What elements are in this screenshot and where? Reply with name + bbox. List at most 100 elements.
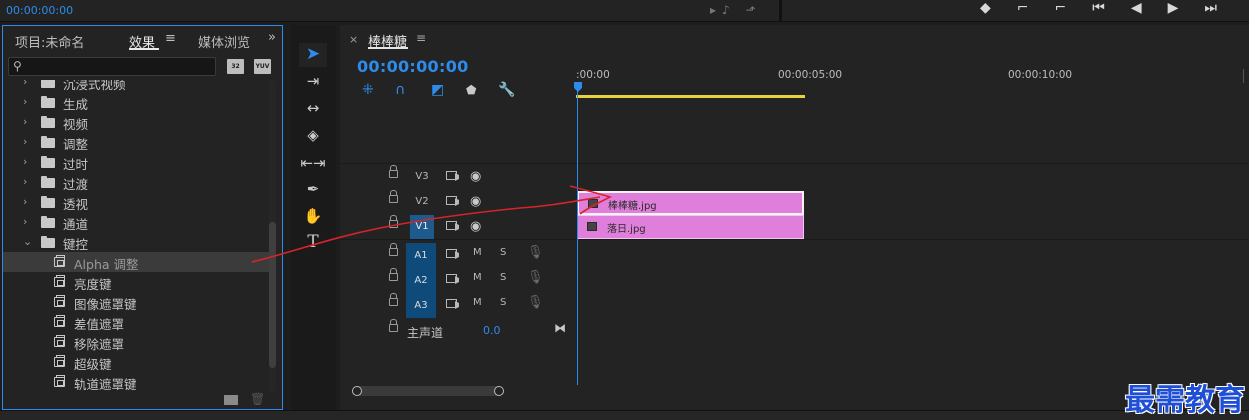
- track-header-v1[interactable]: V1 ◉: [340, 215, 576, 239]
- add-marker-icon[interactable]: ⬟: [466, 83, 476, 97]
- top-divider: [779, 0, 782, 22]
- tab-overflow-icon[interactable]: »: [268, 30, 276, 45]
- linked-selection-icon[interactable]: ◩: [431, 82, 444, 98]
- track-label[interactable]: A3: [406, 293, 436, 318]
- new-bin-icon[interactable]: [224, 395, 238, 405]
- clip-v2[interactable]: 棒棒糖.jpg: [577, 191, 804, 215]
- mute-button[interactable]: M: [473, 272, 482, 283]
- lock-icon[interactable]: [389, 243, 398, 256]
- effects-folder[interactable]: › 视频: [3, 112, 269, 132]
- effects-folder[interactable]: › 通道: [3, 212, 269, 232]
- top-export-icons[interactable]: ▸♪ ⬏: [710, 3, 762, 17]
- track-header-v2[interactable]: V2 ◉: [340, 190, 576, 214]
- sync-lock-icon[interactable]: [446, 171, 459, 181]
- tab-media-browser[interactable]: 媒体浏览: [198, 32, 250, 51]
- mic-icon[interactable]: 🎙: [527, 270, 544, 285]
- chevron-right-icon[interactable]: ›: [23, 135, 27, 148]
- tab-project[interactable]: 项目:未命名: [15, 32, 84, 51]
- bowtie-icon[interactable]: ⧓: [554, 321, 566, 335]
- sequence-menu-icon[interactable]: ≡: [416, 31, 426, 45]
- effects-folder[interactable]: › 沉浸式视频: [3, 80, 269, 92]
- slip-tool-icon[interactable]: ⇤⇥: [299, 152, 327, 176]
- effects-folder[interactable]: ⌄ 键控: [3, 232, 269, 252]
- playback-controls[interactable]: ◆⌐⌐⏮◀▶⏭: [980, 0, 1243, 16]
- yuv-effects-toggle[interactable]: YUV: [254, 59, 271, 74]
- solo-button[interactable]: S: [500, 272, 506, 283]
- sync-lock-icon[interactable]: [446, 221, 459, 231]
- lock-icon[interactable]: [389, 293, 398, 306]
- effect-item[interactable]: 移除遮罩: [3, 332, 269, 352]
- chevron-right-icon[interactable]: ›: [23, 95, 27, 108]
- chevron-down-icon[interactable]: ⌄: [23, 235, 32, 248]
- effect-item[interactable]: Alpha 调整: [3, 252, 269, 272]
- effect-item[interactable]: 亮度键: [3, 272, 269, 292]
- hand-tool-icon[interactable]: ✋: [299, 205, 327, 229]
- mic-icon[interactable]: 🎙: [527, 245, 544, 260]
- lock-icon[interactable]: [389, 165, 398, 178]
- effects-folder[interactable]: › 过渡: [3, 172, 269, 192]
- timeline-zoom-scrollbar[interactable]: [352, 386, 504, 396]
- clip-v1[interactable]: 落日.jpg: [577, 215, 804, 239]
- track-select-tool-icon[interactable]: ⇥: [299, 70, 327, 94]
- pen-tool-icon[interactable]: ✒: [299, 178, 327, 202]
- effect-item[interactable]: 差值遮罩: [3, 312, 269, 332]
- eye-icon[interactable]: ◉: [470, 194, 481, 209]
- effect-item[interactable]: 轨道遮罩键: [3, 372, 269, 390]
- sync-lock-icon[interactable]: [446, 249, 459, 259]
- effects-folder[interactable]: › 生成: [3, 92, 269, 112]
- sync-lock-icon[interactable]: [446, 299, 459, 309]
- accelerated-effects-toggle[interactable]: 32: [227, 59, 244, 74]
- lock-icon[interactable]: [389, 190, 398, 203]
- track-label[interactable]: A2: [406, 268, 436, 293]
- track-header-a2[interactable]: A2 M S 🎙: [340, 268, 576, 293]
- time-ruler[interactable]: :00:00 00:00:05:00 00:00:10:00: [576, 63, 1249, 99]
- mute-button[interactable]: M: [473, 297, 482, 308]
- chevron-right-icon[interactable]: ›: [23, 175, 27, 188]
- nest-icon[interactable]: ⁜: [362, 82, 374, 98]
- solo-button[interactable]: S: [500, 297, 506, 308]
- playhead-timecode[interactable]: 00:00:00:00: [357, 57, 469, 76]
- track-header-v3[interactable]: V3 ◉: [340, 165, 576, 189]
- lock-icon[interactable]: [389, 319, 398, 332]
- track-label[interactable]: A1: [406, 243, 436, 268]
- trash-icon[interactable]: 🗑: [250, 392, 265, 406]
- track-header-a3[interactable]: A3 M S 🎙: [340, 293, 576, 318]
- sync-lock-icon[interactable]: [446, 274, 459, 284]
- work-area-bar[interactable]: [576, 95, 805, 98]
- effect-item[interactable]: 图像遮罩键: [3, 292, 269, 312]
- snap-magnet-icon[interactable]: ∩: [395, 82, 405, 98]
- folder-icon: [41, 236, 55, 248]
- sync-lock-icon[interactable]: [446, 196, 459, 206]
- selection-tool-icon[interactable]: ➤: [299, 43, 327, 67]
- eye-icon[interactable]: ◉: [470, 219, 481, 234]
- chevron-right-icon[interactable]: ›: [23, 80, 27, 88]
- effects-folder[interactable]: › 调整: [3, 132, 269, 152]
- chevron-right-icon[interactable]: ›: [23, 215, 27, 228]
- type-tool-icon[interactable]: T: [299, 231, 327, 255]
- close-sequence-icon[interactable]: ×: [349, 33, 358, 46]
- chevron-right-icon[interactable]: ›: [23, 115, 27, 128]
- effects-folder[interactable]: › 过时: [3, 152, 269, 172]
- track-header-a1[interactable]: A1 M S 🎙: [340, 243, 576, 268]
- effects-search-input[interactable]: ⚲: [8, 57, 216, 76]
- tree-scrollbar-thumb[interactable]: [269, 222, 276, 368]
- wrench-icon[interactable]: 🔧: [498, 82, 515, 98]
- ripple-edit-tool-icon[interactable]: ↔: [299, 97, 327, 121]
- razor-tool-icon[interactable]: ◈: [299, 124, 327, 148]
- mic-icon[interactable]: 🎙: [527, 295, 544, 310]
- lock-icon[interactable]: [389, 268, 398, 281]
- effects-folder[interactable]: › 透视: [3, 192, 269, 212]
- master-volume-value[interactable]: 0.0: [483, 324, 501, 337]
- lock-icon[interactable]: [389, 215, 398, 228]
- playhead-line[interactable]: [577, 87, 578, 385]
- track-label[interactable]: V1: [410, 215, 434, 239]
- track-label[interactable]: V2: [410, 193, 434, 213]
- solo-button[interactable]: S: [500, 247, 506, 258]
- effect-item[interactable]: 超级键: [3, 352, 269, 372]
- tab-effects-menu-icon[interactable]: ≡: [165, 31, 176, 46]
- chevron-right-icon[interactable]: ›: [23, 195, 27, 208]
- eye-icon[interactable]: ◉: [470, 169, 481, 184]
- chevron-right-icon[interactable]: ›: [23, 155, 27, 168]
- mute-button[interactable]: M: [473, 247, 482, 258]
- track-label[interactable]: V3: [410, 168, 434, 188]
